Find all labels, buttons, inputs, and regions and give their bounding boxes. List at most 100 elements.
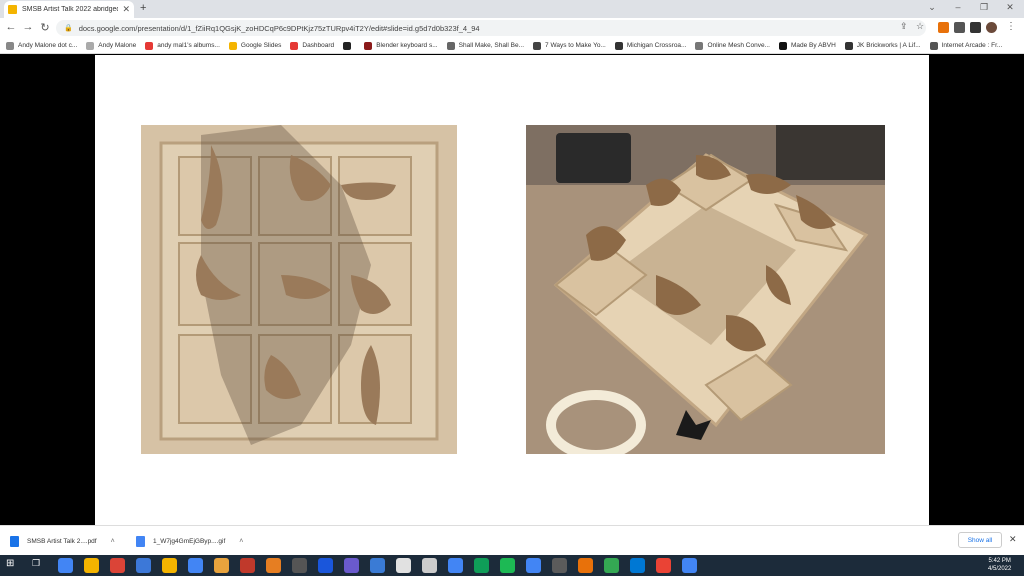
- tab-title: SMSB Artist Talk 2022 abridged: [22, 6, 119, 13]
- windows-start-icon[interactable]: ⊞: [6, 558, 14, 569]
- download-item-name: 1_W7jg4GmEjGByp....gif: [153, 537, 226, 545]
- tab-strip: [0, 0, 1024, 18]
- taskbar-app-icon[interactable]: [682, 558, 697, 573]
- taskbar-app-icon[interactable]: [474, 558, 489, 573]
- chevron-up-icon[interactable]: ˄: [111, 538, 115, 545]
- show-all-downloads-button[interactable]: Show all: [958, 532, 1002, 548]
- photo-board-angled-image: [526, 125, 885, 454]
- forward-icon[interactable]: →: [21, 21, 35, 33]
- bookmark-item[interactable]: Shall Make, Shall Be...: [446, 41, 525, 50]
- bookmark-label: Online Mesh Conve...: [707, 42, 770, 49]
- minimize-icon[interactable]: –: [944, 2, 972, 12]
- reload-icon[interactable]: ↻: [38, 21, 52, 34]
- close-downloads-icon[interactable]: ✕: [1009, 534, 1017, 545]
- bookmark-item[interactable]: Andy Malone dot c...: [6, 41, 77, 50]
- bookmark-item[interactable]: Online Mesh Conve...: [695, 41, 770, 50]
- bookmark-item[interactable]: Made By ABVH: [778, 41, 836, 50]
- bookmark-item[interactable]: [343, 41, 355, 50]
- taskbar-app-icon[interactable]: [110, 558, 125, 573]
- address-bar[interactable]: 🔒 docs.google.com/presentation/d/1_fZiiR…: [56, 20, 926, 36]
- chevron-up-icon[interactable]: ˄: [239, 538, 243, 545]
- slide-photo-board-angled: [526, 125, 885, 454]
- download-item-pdf[interactable]: SMSB Artist Talk 2....pdf ˄: [10, 531, 115, 551]
- bookmark-label: Made By ABVH: [790, 42, 836, 49]
- task-view-icon[interactable]: ❐: [32, 558, 40, 569]
- extension-icon[interactable]: [938, 22, 949, 33]
- tab-search-chevron-icon[interactable]: ⌄: [918, 2, 946, 13]
- system-clock[interactable]: 5:42 PM 4/5/2022: [988, 557, 1011, 573]
- taskbar-app-icon[interactable]: [448, 558, 463, 573]
- slides-favicon-icon: [8, 5, 17, 14]
- bookmark-item[interactable]: Andy Malone: [86, 41, 137, 50]
- bookmark-item[interactable]: Google Slides: [228, 41, 282, 50]
- bookmark-label: 7 Ways to Make Yo...: [545, 42, 606, 49]
- bookmark-label: andy mal1's albums...: [157, 42, 220, 49]
- bookmark-favicon-icon: [844, 41, 853, 50]
- bookmark-label: Blender keyboard s...: [376, 42, 438, 49]
- bookmark-label: Internet Arcade : Fr...: [941, 42, 1003, 49]
- bookmark-item[interactable]: andy mal1's albums...: [145, 41, 220, 50]
- taskbar-app-icon[interactable]: [500, 558, 515, 573]
- bookmark-item[interactable]: Michigan Crossroa...: [614, 41, 687, 50]
- bookmark-item[interactable]: Dashboard: [290, 41, 335, 50]
- bookmark-favicon-icon: [614, 41, 623, 50]
- bookmark-favicon-icon: [778, 41, 787, 50]
- bookmark-item[interactable]: Blender keyboard s...: [364, 41, 438, 50]
- taskbar-app-icon[interactable]: [318, 558, 333, 573]
- side-panel-icon[interactable]: [970, 22, 981, 33]
- taskbar-app-icon[interactable]: [422, 558, 437, 573]
- bookmark-favicon-icon: [533, 41, 542, 50]
- bookmark-favicon-icon: [86, 41, 95, 50]
- tab-slides[interactable]: SMSB Artist Talk 2022 abridged ✕: [4, 1, 134, 18]
- bookmark-favicon-icon: [145, 41, 154, 50]
- download-item-name: SMSB Artist Talk 2....pdf: [27, 537, 97, 545]
- extensions-puzzle-icon[interactable]: [954, 22, 965, 33]
- restore-icon[interactable]: ❐: [970, 2, 998, 13]
- bookmark-label: Dashboard: [302, 42, 335, 49]
- taskbar-app-icon[interactable]: [58, 558, 73, 573]
- url-text: docs.google.com/presentation/d/1_fZiiRq1…: [78, 23, 480, 33]
- bookmark-item[interactable]: 7 Ways to Make Yo...: [533, 41, 606, 50]
- tab-close-icon[interactable]: ✕: [122, 4, 130, 15]
- menu-kebab-icon[interactable]: ⋮: [1006, 21, 1016, 32]
- download-item-gif[interactable]: 1_W7jg4GmEjGByp....gif ˄: [136, 531, 243, 551]
- new-tab-plus-icon[interactable]: +: [140, 2, 146, 14]
- bookmark-label: Google Slides: [240, 42, 282, 49]
- profile-avatar[interactable]: [986, 22, 997, 33]
- back-icon[interactable]: ←: [4, 21, 18, 33]
- taskbar-app-icon[interactable]: [266, 558, 281, 573]
- clock-time: 5:42 PM: [988, 558, 1011, 564]
- bookmark-label: Shall Make, Shall Be...: [458, 42, 525, 49]
- taskbar-app-icon[interactable]: [214, 558, 229, 573]
- share-icon[interactable]: ⇪: [900, 21, 908, 32]
- bookmark-label: JK Brickworks | A Lif...: [856, 42, 921, 49]
- bookmark-item[interactable]: Internet Arcade : Fr...: [929, 41, 1003, 50]
- taskbar-app-icon[interactable]: [344, 558, 359, 573]
- gif-file-icon: [136, 535, 145, 547]
- photo-board-topview-image: [141, 125, 457, 454]
- taskbar-app-icon[interactable]: [370, 558, 385, 573]
- bookmark-item[interactable]: JK Brickworks | A Lif...: [844, 41, 921, 50]
- bookmark-favicon-icon: [6, 41, 14, 50]
- taskbar-app-icon[interactable]: [578, 558, 593, 573]
- taskbar-app-icon[interactable]: [604, 558, 619, 573]
- bookmark-favicon-icon: [929, 41, 938, 50]
- taskbar-app-icon[interactable]: [292, 558, 307, 573]
- taskbar-app-icon[interactable]: [396, 558, 411, 573]
- taskbar-app-icon[interactable]: [188, 558, 203, 573]
- bookmark-label: Andy Malone: [98, 42, 137, 49]
- bookmark-label: Michigan Crossroa...: [626, 42, 687, 49]
- taskbar-app-icon[interactable]: [526, 558, 541, 573]
- taskbar-app-icon[interactable]: [162, 558, 177, 573]
- bookmark-favicon-icon: [364, 41, 373, 50]
- taskbar-app-icon[interactable]: [630, 558, 645, 573]
- bookmark-star-icon[interactable]: ☆: [916, 21, 924, 32]
- bookmarks-bar: Andy Malone dot c... Andy Malone andy mal1…: [0, 38, 1024, 54]
- close-window-icon[interactable]: ✕: [996, 2, 1024, 13]
- taskbar-app-icon[interactable]: [656, 558, 671, 573]
- taskbar-app-icon[interactable]: [136, 558, 151, 573]
- taskbar-app-icon[interactable]: [552, 558, 567, 573]
- taskbar-app-icon[interactable]: [84, 558, 99, 573]
- taskbar-app-icon[interactable]: [240, 558, 255, 573]
- pdf-file-icon: [10, 535, 19, 547]
